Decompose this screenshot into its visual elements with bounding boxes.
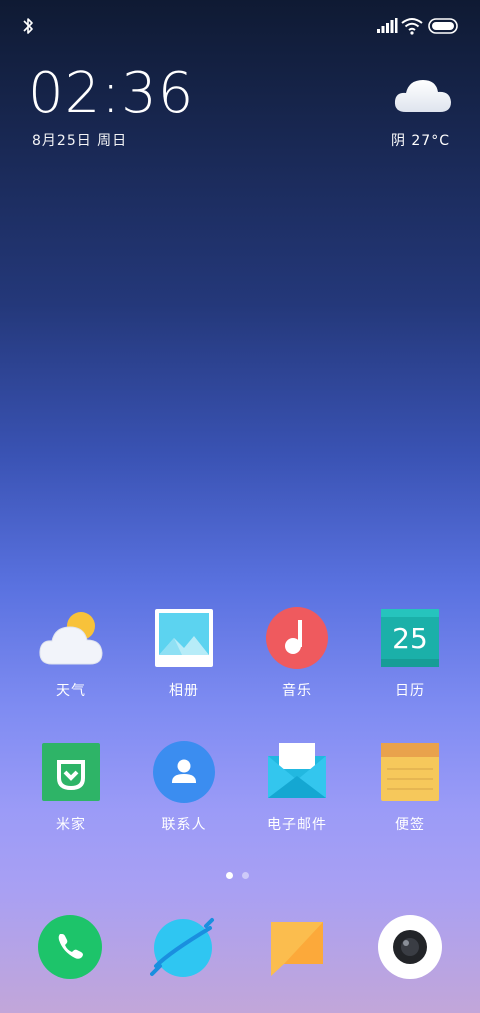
page-dot[interactable] xyxy=(242,872,249,879)
page-dot-active[interactable] xyxy=(226,872,233,879)
clock-date: 8月25日 周日 xyxy=(32,133,128,149)
calendar-icon: 25 xyxy=(381,609,439,667)
browser-icon[interactable] xyxy=(150,914,216,980)
app-gallery[interactable]: 相册 xyxy=(134,606,234,706)
notes-icon xyxy=(381,743,439,801)
cloud-icon[interactable] xyxy=(392,74,454,114)
clock-time[interactable]: 02:36 xyxy=(28,66,194,122)
battery-icon xyxy=(428,18,458,34)
app-email[interactable]: 电子邮件 xyxy=(247,740,347,840)
mijia-icon xyxy=(42,743,100,801)
app-label: 电子邮件 xyxy=(267,817,327,833)
bluetooth-icon xyxy=(23,18,33,34)
app-label: 米家 xyxy=(56,817,86,833)
weather-text: 阴 27°C xyxy=(390,133,450,149)
weather-icon xyxy=(39,612,103,665)
app-mijia[interactable]: 米家 xyxy=(21,740,121,840)
app-weather[interactable]: 天气 xyxy=(21,606,121,706)
app-label: 天气 xyxy=(56,683,86,699)
app-notes[interactable]: 便签 xyxy=(360,740,460,840)
camera-icon[interactable] xyxy=(377,914,443,980)
contacts-icon xyxy=(153,741,215,803)
app-label: 相册 xyxy=(169,683,199,699)
page-indicator xyxy=(226,872,256,880)
phone-icon[interactable] xyxy=(37,914,103,980)
music-icon xyxy=(266,607,328,669)
app-contacts[interactable]: 联系人 xyxy=(134,740,234,840)
app-music[interactable]: 音乐 xyxy=(247,606,347,706)
svg-text:25: 25 xyxy=(392,622,428,655)
messages-icon[interactable] xyxy=(264,914,330,980)
app-label: 便签 xyxy=(395,817,425,833)
app-label: 联系人 xyxy=(161,817,207,833)
gallery-icon xyxy=(155,609,213,667)
app-label: 音乐 xyxy=(282,683,312,699)
status-bar xyxy=(0,14,480,38)
app-label: 日历 xyxy=(395,683,425,699)
app-calendar[interactable]: 25 日历 xyxy=(360,606,460,706)
signal-icon xyxy=(377,18,398,33)
email-icon xyxy=(268,743,326,798)
wifi-icon xyxy=(401,18,423,35)
